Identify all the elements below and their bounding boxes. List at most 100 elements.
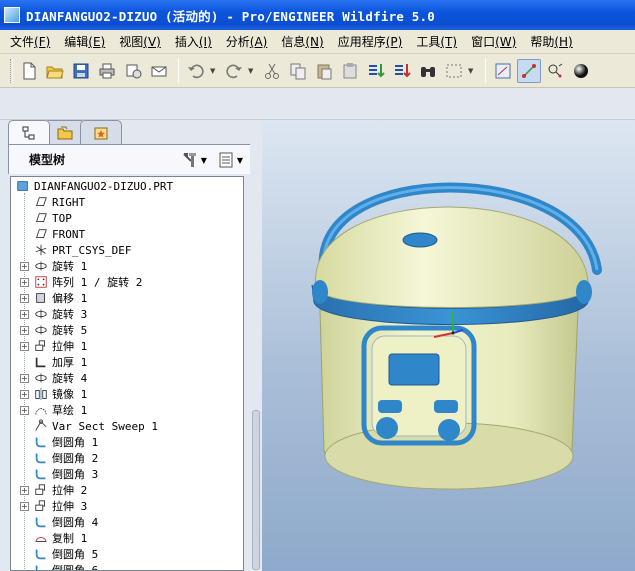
expand-toggle-icon[interactable]: + bbox=[20, 373, 29, 383]
tree-item[interactable]: + 旋转 4 bbox=[20, 370, 87, 386]
redo-dropdown-icon[interactable]: ▼ bbox=[248, 67, 256, 75]
show-list-icon[interactable] bbox=[217, 151, 235, 169]
app-icon bbox=[4, 7, 20, 23]
panel-scrollbar-thumb[interactable] bbox=[252, 410, 260, 570]
title-bar: DIANFANGUO2-DIZUO (活动的) - Pro/ENGINEER W… bbox=[0, 0, 635, 30]
model-tree-tools: ▼ ▼ bbox=[181, 151, 243, 169]
tree-item[interactable]: 倒圆角 5 bbox=[20, 546, 98, 562]
save-button[interactable] bbox=[69, 59, 93, 83]
tree-item[interactable]: 倒圆角 3 bbox=[20, 466, 98, 482]
mail-button[interactable] bbox=[147, 59, 171, 83]
tree-item[interactable]: PRT_CSYS_DEF bbox=[20, 242, 131, 258]
menu-item[interactable]: 应用程序(P) bbox=[332, 33, 409, 50]
paste-special-button[interactable] bbox=[338, 59, 362, 83]
tree-item[interactable]: + 拉伸 2 bbox=[20, 482, 87, 498]
copy-button[interactable] bbox=[286, 59, 310, 83]
shading-sphere-icon bbox=[574, 63, 588, 78]
favorites-star-icon bbox=[94, 127, 108, 139]
tree-item[interactable]: + 拉伸 1 bbox=[20, 338, 87, 354]
expand-toggle-icon[interactable]: + bbox=[20, 261, 29, 271]
new-file-button[interactable] bbox=[17, 59, 41, 83]
find-button[interactable] bbox=[416, 59, 440, 83]
expand-toggle-icon[interactable]: + bbox=[20, 309, 29, 319]
datum-point-display-button[interactable] bbox=[543, 59, 567, 83]
regenerate-manager-button[interactable] bbox=[390, 59, 414, 83]
open-button[interactable] bbox=[43, 59, 67, 83]
expand-toggle-icon[interactable]: + bbox=[20, 341, 29, 351]
send-mail-icon bbox=[126, 64, 142, 78]
panel-scrollbar[interactable] bbox=[250, 120, 262, 571]
navigator-tabs bbox=[8, 120, 122, 144]
tree-item[interactable]: 倒圆角 2 bbox=[20, 450, 98, 466]
regenerate-button[interactable] bbox=[364, 59, 388, 83]
select-box-icon bbox=[446, 64, 462, 77]
menu-item[interactable]: 文件(F) bbox=[4, 33, 56, 50]
menu-item[interactable]: 信息(N) bbox=[275, 33, 329, 50]
model-tree-icon bbox=[22, 126, 35, 139]
mail-icon bbox=[151, 66, 167, 76]
show-dropdown-icon[interactable]: ▼ bbox=[237, 156, 243, 165]
redo-button[interactable] bbox=[222, 59, 246, 83]
tree-item-label: 倒圆角 6 bbox=[52, 564, 99, 571]
expand-toggle-icon[interactable]: + bbox=[20, 293, 29, 303]
cut-icon bbox=[265, 63, 279, 79]
tree-item[interactable]: RIGHT bbox=[20, 194, 85, 210]
menu-item[interactable]: 分析(A) bbox=[220, 33, 274, 50]
tree-item[interactable]: 复制 1 bbox=[20, 530, 87, 546]
tree-item[interactable]: + 旋转 1 bbox=[20, 258, 87, 274]
tree-item[interactable]: + 旋转 5 bbox=[20, 322, 87, 338]
send-mail-button[interactable] bbox=[121, 59, 145, 83]
expand-toggle-icon[interactable]: + bbox=[20, 277, 29, 287]
settings-tools-icon[interactable] bbox=[181, 151, 199, 169]
expand-toggle-icon[interactable]: + bbox=[20, 501, 29, 511]
tree-item[interactable]: + 拉伸 3 bbox=[20, 498, 87, 514]
tree-item[interactable]: FRONT bbox=[20, 226, 85, 242]
expand-toggle-icon[interactable]: + bbox=[20, 485, 29, 495]
tree-item[interactable]: + 偏移 1 bbox=[20, 290, 87, 306]
tree-item[interactable]: TOP bbox=[20, 210, 72, 226]
select-dropdown-icon[interactable]: ▼ bbox=[468, 67, 476, 75]
round-icon bbox=[35, 469, 46, 480]
tree-item[interactable]: + 镜像 1 bbox=[20, 386, 87, 402]
toolbar-grip[interactable] bbox=[10, 58, 13, 83]
favorites-tab[interactable] bbox=[80, 120, 122, 144]
undo-button[interactable] bbox=[184, 59, 208, 83]
menu-item[interactable]: 插入(I) bbox=[169, 33, 218, 50]
tree-item-label: 倒圆角 3 bbox=[52, 468, 99, 481]
tree-item-label: 草绘 1 bbox=[52, 404, 88, 417]
tree-item[interactable]: + 阵列 1 / 旋转 2 bbox=[20, 274, 142, 290]
tree-item[interactable]: Var Sect Sweep 1 bbox=[20, 418, 158, 434]
expand-toggle-icon[interactable]: + bbox=[20, 405, 29, 415]
datum-plane-display-button[interactable] bbox=[491, 59, 515, 83]
menu-item-accelerator: (I) bbox=[198, 35, 212, 49]
tree-item-label: 拉伸 2 bbox=[52, 484, 88, 497]
cut-button[interactable] bbox=[260, 59, 284, 83]
tree-item[interactable]: + 草绘 1 bbox=[20, 402, 87, 418]
menu-item-label: 应用程序 bbox=[337, 35, 386, 49]
tree-item-label: 旋转 5 bbox=[52, 324, 88, 337]
menu-item[interactable]: 工具(T) bbox=[410, 33, 463, 50]
print-button[interactable] bbox=[95, 59, 119, 83]
expand-toggle-icon[interactable]: + bbox=[20, 325, 29, 335]
undo-dropdown-icon[interactable]: ▼ bbox=[210, 67, 218, 75]
expand-toggle-icon[interactable]: + bbox=[20, 389, 29, 399]
datum-axis-display-button[interactable] bbox=[517, 58, 541, 83]
model-tree: DIANFANGUO2-DIZUO.PRT RIGHT TOP FRONT PRT_CS… bbox=[10, 176, 244, 571]
menu-item[interactable]: 编辑(E) bbox=[58, 33, 111, 50]
paste-button[interactable] bbox=[312, 59, 336, 83]
model-tree-tab[interactable] bbox=[8, 120, 50, 144]
tree-item[interactable]: 倒圆角 4 bbox=[20, 514, 98, 530]
menu-item[interactable]: 视图(V) bbox=[113, 33, 167, 50]
tree-root-part[interactable]: DIANFANGUO2-DIZUO.PRT bbox=[15, 178, 173, 194]
tree-item[interactable]: 加厚 1 bbox=[20, 354, 87, 370]
tree-item[interactable]: 倒圆角 6 bbox=[20, 562, 99, 571]
graphics-viewport[interactable] bbox=[262, 120, 635, 571]
menu-item[interactable]: 窗口(W) bbox=[465, 33, 522, 50]
tree-item[interactable]: 倒圆角 1 bbox=[20, 434, 98, 450]
tree-item-label: 旋转 3 bbox=[52, 308, 88, 321]
select-box-button[interactable] bbox=[442, 59, 466, 83]
settings-dropdown-icon[interactable]: ▼ bbox=[201, 156, 207, 165]
shading-button[interactable] bbox=[569, 59, 593, 83]
tree-item[interactable]: + 旋转 3 bbox=[20, 306, 87, 322]
menu-item[interactable]: 帮助(H) bbox=[524, 33, 578, 50]
